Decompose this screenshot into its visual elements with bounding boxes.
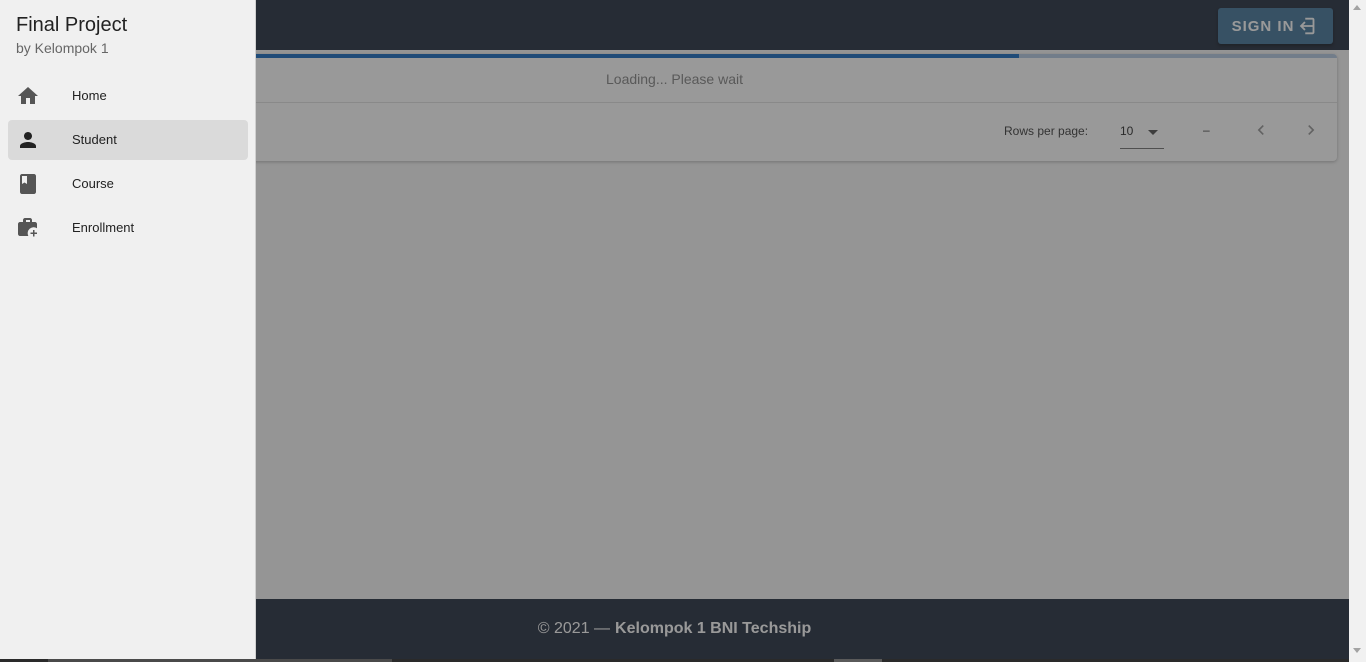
nav-item-label: Student	[72, 132, 117, 147]
briefcase-plus-icon	[18, 218, 37, 237]
nav-item-student[interactable]: Student	[8, 120, 248, 160]
nav-item-course[interactable]: Course	[8, 164, 248, 204]
nav-item-home[interactable]: Home	[8, 76, 248, 116]
nav-item-enrollment[interactable]: Enrollment	[8, 208, 248, 248]
drawer-title: Final Project	[16, 14, 128, 36]
nav-item-label: Enrollment	[72, 220, 135, 235]
scroll-down-icon[interactable]	[1353, 648, 1361, 653]
nav-item-label: Course	[72, 176, 114, 191]
nav-item-label: Home	[72, 88, 107, 103]
navigation-drawer: Final Project by Kelompok 1 Home Student…	[0, 0, 256, 659]
drawer-subtitle: by Kelompok 1	[16, 40, 109, 56]
vertical-scrollbar[interactable]	[1349, 0, 1366, 662]
person-icon	[20, 132, 36, 148]
book-icon	[20, 174, 36, 194]
home-icon	[18, 87, 38, 104]
app-viewport: SIGN IN Loading... Please wait Rows per …	[0, 0, 1349, 659]
scroll-up-icon[interactable]	[1353, 5, 1361, 10]
